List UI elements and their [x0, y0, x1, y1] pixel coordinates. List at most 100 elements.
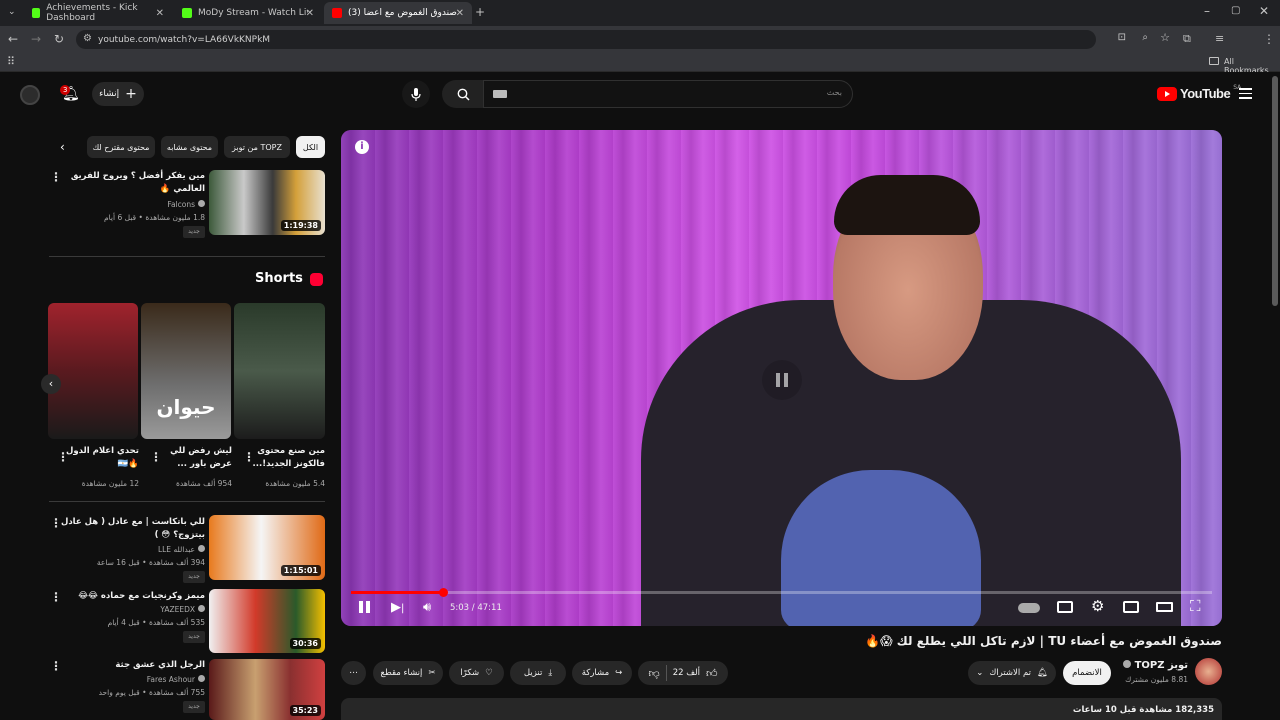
- browser-menu-icon[interactable]: ⋮: [1263, 32, 1275, 46]
- tab-title: Achievements - Kick Dashboard: [46, 3, 138, 23]
- new-badge: جديد: [183, 226, 205, 238]
- video-channel[interactable]: Fares Ashour: [60, 674, 205, 686]
- theater-mode-icon[interactable]: [1156, 602, 1173, 612]
- close-window-icon[interactable]: ✕: [1259, 4, 1269, 18]
- video-meta: 1.8 مليون مشاهدة • قبل 6 أيام: [103, 213, 205, 222]
- shirt-graphic: [781, 470, 981, 626]
- tab-youtube-video[interactable]: (3) صندوق الغموض مع أعضا ✕: [324, 2, 472, 24]
- user-avatar[interactable]: [20, 85, 40, 105]
- site-info-icon[interactable]: ⚙: [83, 33, 92, 44]
- tab-title: MoDy Stream - Watch Live on K: [198, 8, 308, 18]
- video-thumbnail[interactable]: 35:23: [209, 659, 325, 720]
- extensions-icon[interactable]: ⧉: [1183, 32, 1191, 46]
- maximize-icon[interactable]: ▢: [1231, 4, 1240, 18]
- tab-mody-stream[interactable]: MoDy Stream - Watch Live on K ✕: [174, 2, 322, 24]
- chevron-left-icon[interactable]: ‹: [60, 140, 65, 154]
- guide-menu-icon[interactable]: [1239, 88, 1252, 99]
- short-thumbnail[interactable]: [234, 303, 325, 439]
- short-title[interactable]: ليش رفض للي عرض باور ...: [160, 445, 232, 471]
- chip-label: محتوى مقترح لك: [92, 142, 150, 152]
- subtitles-icon[interactable]: [1057, 601, 1073, 613]
- short-title[interactable]: مين صنع محتوى فالكونز الجديد!...: [252, 445, 325, 471]
- short-thumbnail[interactable]: [48, 303, 138, 439]
- share-button[interactable]: مشاركة ↪: [572, 661, 632, 685]
- pause-button[interactable]: [359, 601, 370, 613]
- video-thumbnail[interactable]: 30:36: [209, 589, 325, 653]
- video-title[interactable]: للي باتكاست | مع عادل ( هل عادل بيتزوج؟ …: [60, 516, 205, 542]
- volume-icon[interactable]: 🔊︎: [423, 600, 431, 615]
- forward-icon[interactable]: →: [31, 32, 41, 46]
- settings-gear-icon[interactable]: ⚙: [1091, 597, 1104, 615]
- chip-all[interactable]: الكل: [296, 136, 325, 158]
- video-thumbnail[interactable]: 1:19:38: [209, 170, 325, 235]
- new-tab-icon[interactable]: +: [475, 5, 485, 19]
- miniplayer-icon[interactable]: [1123, 601, 1139, 613]
- minimize-icon[interactable]: –: [1204, 4, 1210, 18]
- tab-kick-dashboard[interactable]: Achievements - Kick Dashboard ✕: [24, 2, 172, 24]
- join-button[interactable]: الانضمام: [1063, 661, 1111, 685]
- search-input[interactable]: بحث: [483, 80, 853, 108]
- video-title[interactable]: ميمز وكرنجيات مع حماده 😂😂: [60, 590, 205, 603]
- search-button[interactable]: [442, 80, 484, 108]
- clip-button[interactable]: إنشاء مقطع ✂: [373, 661, 443, 685]
- next-button[interactable]: ▶︎|: [391, 600, 404, 615]
- share-icon: ↪: [615, 668, 623, 678]
- back-icon[interactable]: ←: [8, 32, 18, 46]
- keyboard-icon[interactable]: [493, 90, 507, 98]
- bookmark-star-icon[interactable]: ☆: [1160, 31, 1170, 44]
- video-channel[interactable]: Falcons: [60, 199, 205, 211]
- short-views: 12 مليون مشاهدة: [81, 479, 139, 488]
- tab-title: (3) صندوق الغموض مع أعضا: [348, 8, 457, 18]
- reload-icon[interactable]: ↻: [54, 32, 64, 46]
- like-count[interactable]: 22 ألف: [673, 668, 700, 678]
- apps-grid-icon[interactable]: ⠿: [7, 55, 15, 69]
- video-thumbnail[interactable]: 1:15:01: [209, 515, 325, 580]
- chip-related[interactable]: محتوى مشابه: [161, 136, 218, 158]
- download-button[interactable]: تنزيل ⤓: [510, 661, 566, 685]
- thanks-button[interactable]: شكرًا ♡: [449, 661, 504, 685]
- short-title[interactable]: تحدي اعلام الدول 🔥🇦🇷: [66, 445, 139, 471]
- autoplay-toggle[interactable]: [1018, 603, 1040, 613]
- chip-from-topz[interactable]: من توبز TOPZ: [224, 136, 290, 158]
- info-icon[interactable]: i: [355, 140, 369, 154]
- video-title: صندوق الغموض مع أعضاء TU | لازم تاكل الل…: [865, 634, 1222, 648]
- channel-name-row[interactable]: توبز TOPZ: [1100, 660, 1188, 671]
- zoom-icon[interactable]: ⌕: [1142, 32, 1148, 43]
- shorts-prev-button[interactable]: ‹: [41, 374, 61, 394]
- download-label: تنزيل: [523, 668, 543, 678]
- channel-avatar[interactable]: [1195, 658, 1222, 685]
- scrubber-handle[interactable]: [439, 588, 448, 597]
- video-channel[interactable]: YAZEEDX: [60, 604, 205, 616]
- more-actions-button[interactable]: ⋯: [341, 661, 366, 685]
- video-title[interactable]: مين يفكر أفضل ؟ ويروح للفريق العالمي 🔥: [60, 170, 205, 196]
- short-views: 5.4 مليون مشاهدة: [265, 479, 325, 488]
- tab-search-icon[interactable]: ⌄: [8, 5, 16, 19]
- subscribed-label: تم الاشتراك: [989, 668, 1031, 678]
- pause-overlay-icon[interactable]: [762, 360, 802, 400]
- youtube-logo[interactable]: YouTube SA: [1157, 84, 1241, 101]
- cast-icon[interactable]: ⊡: [1118, 32, 1126, 43]
- video-player[interactable]: i ▶︎| 🔊︎ 5:03 / 47:11 ⚙ ⛶: [341, 130, 1222, 626]
- channel-name: YAZEEDX: [160, 605, 195, 614]
- voice-search-button[interactable]: [402, 80, 430, 108]
- plus-icon: +: [125, 86, 137, 102]
- close-tab-icon[interactable]: ✕: [306, 8, 314, 19]
- fullscreen-icon[interactable]: ⛶: [1190, 597, 1201, 615]
- page-scrollbar[interactable]: [1272, 76, 1278, 306]
- media-icon[interactable]: ≡: [1215, 32, 1224, 46]
- subscribed-button[interactable]: ⌄ تم الاشتراك 🔔︎: [968, 661, 1056, 685]
- create-button[interactable]: إنشاء +: [92, 82, 144, 106]
- progress-track[interactable]: [351, 588, 1212, 597]
- address-bar[interactable]: ⚙ youtube.com/watch?v=LA66VkKNPkM ⊡ ⌕ ☆: [76, 30, 1170, 49]
- short-thumbnail[interactable]: حيوان: [141, 303, 231, 439]
- dislike-icon[interactable]: 👎︎: [649, 667, 660, 680]
- close-tab-icon[interactable]: ✕: [156, 8, 164, 19]
- video-channel[interactable]: عبدالله LLE: [60, 544, 205, 556]
- chip-suggested[interactable]: محتوى مقترح لك: [87, 136, 155, 158]
- channel-name: Falcons: [167, 200, 195, 209]
- video-title[interactable]: الرجل الذي عشق جثة: [60, 659, 205, 672]
- divider: [49, 256, 325, 257]
- close-tab-icon[interactable]: ✕: [456, 8, 464, 19]
- like-icon[interactable]: 👍︎: [706, 667, 718, 680]
- create-label: إنشاء: [99, 89, 120, 99]
